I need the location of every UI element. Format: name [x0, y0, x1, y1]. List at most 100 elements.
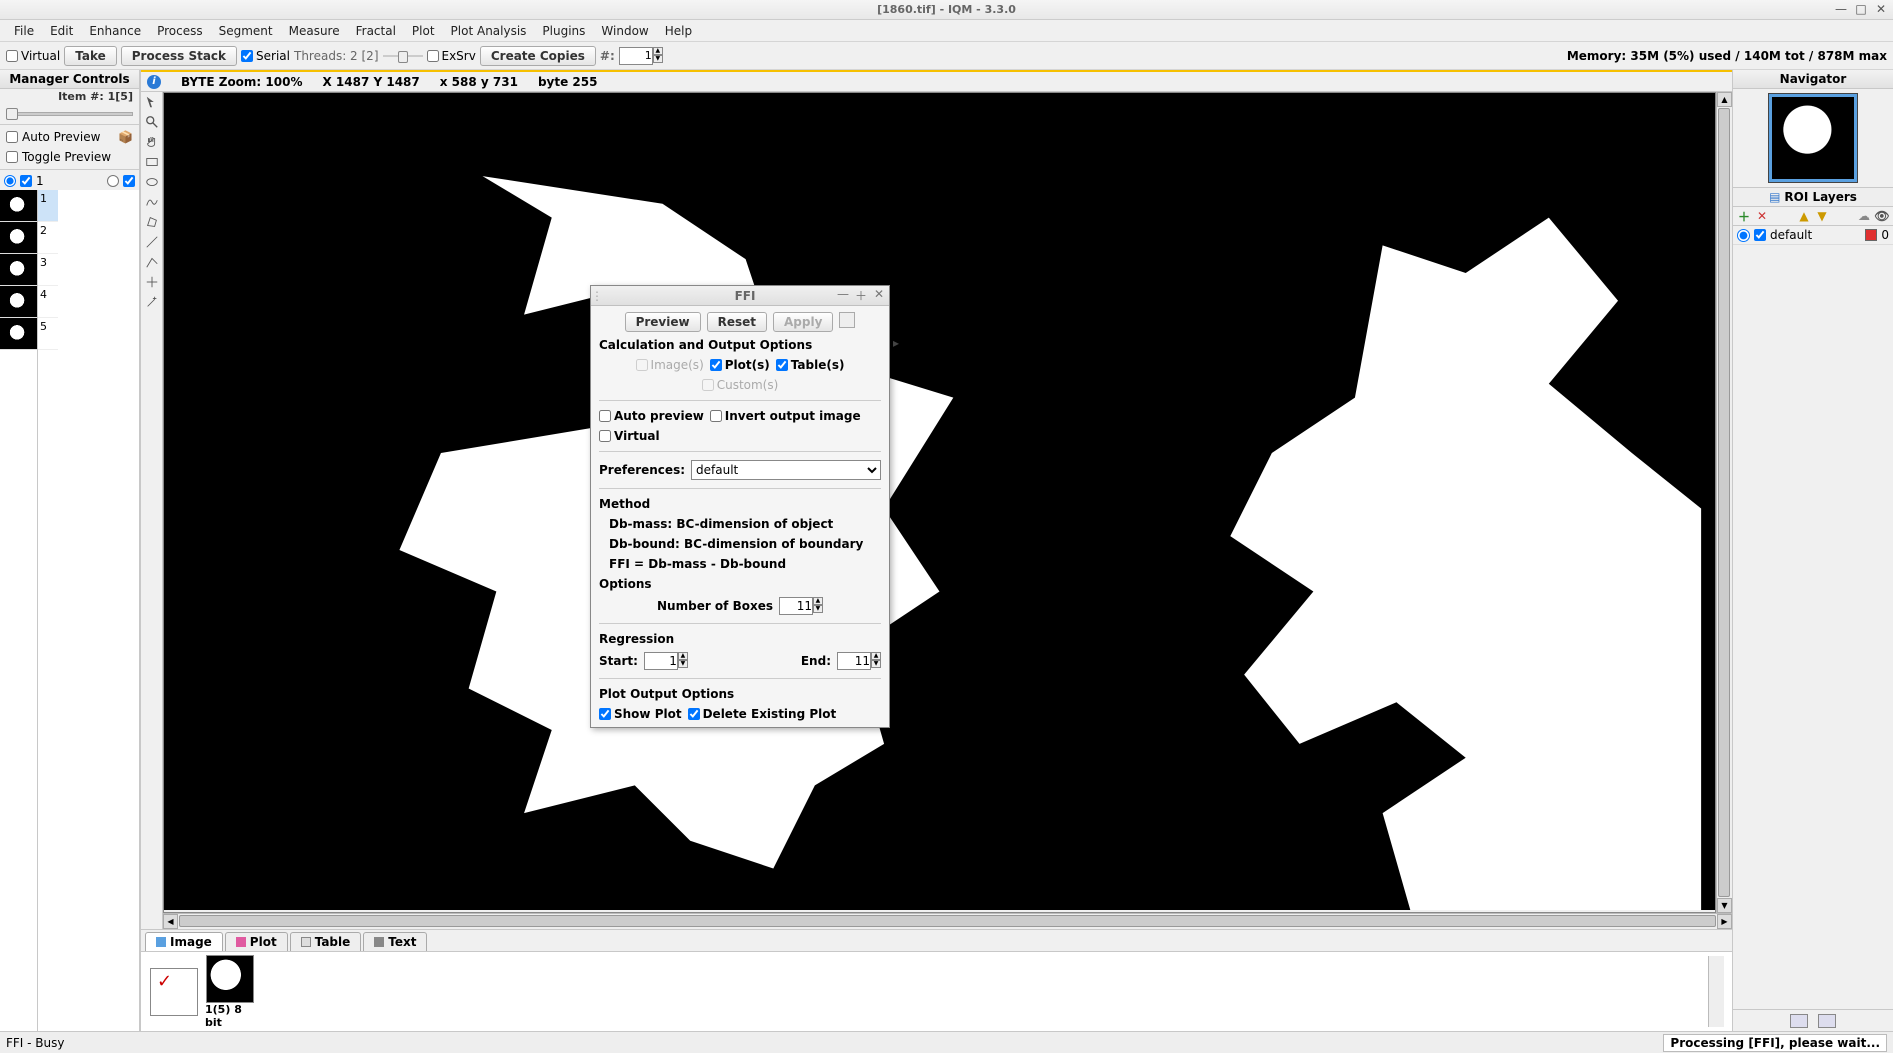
num-boxes-input[interactable] [779, 597, 813, 615]
menu-measure[interactable]: Measure [281, 22, 348, 40]
ffi-title-bar[interactable]: ⋮ FFI — ＋ ✕ [591, 286, 889, 306]
pointer-tool-icon[interactable] [142, 92, 162, 112]
nav-bottom-btn-2[interactable] [1818, 1014, 1836, 1028]
roi-visible-checkbox[interactable] [1754, 229, 1766, 241]
menu-help[interactable]: Help [657, 22, 700, 40]
thumbnail-index-3[interactable]: 3 [38, 254, 58, 286]
thumbnail-5[interactable] [0, 318, 37, 350]
thumbnail-index-1[interactable]: 1 [38, 190, 58, 222]
tab-text[interactable]: Text [363, 932, 427, 951]
end-down-icon[interactable]: ▼ [871, 660, 881, 668]
threads-slider[interactable] [383, 51, 423, 61]
menu-file[interactable]: File [6, 22, 42, 40]
rectangle-tool-icon[interactable] [142, 152, 162, 172]
manager-radio-1[interactable] [4, 175, 16, 187]
tables-checkbox[interactable]: Table(s) [776, 358, 845, 372]
scroll-right-icon[interactable]: ▶ [1717, 914, 1732, 929]
cloud-icon[interactable]: ☁ [1857, 209, 1871, 223]
tab-table[interactable]: Table [290, 932, 362, 951]
nav-bottom-btn-1[interactable] [1790, 1014, 1808, 1028]
create-copies-button[interactable]: Create Copies [480, 46, 596, 66]
ffi-dialog[interactable]: ⋮ FFI — ＋ ✕ ▸ Preview Reset Apply Calcul… [590, 285, 890, 728]
end-input[interactable] [837, 652, 871, 670]
tab-plot[interactable]: Plot [225, 932, 288, 951]
start-spinner[interactable]: ▲▼ [644, 652, 688, 670]
manager-check-1[interactable] [20, 175, 32, 187]
manager-radio-2[interactable] [107, 175, 119, 187]
virtual-dlg-checkbox[interactable]: Virtual [599, 429, 660, 443]
menu-enhance[interactable]: Enhance [81, 22, 149, 40]
ellipse-tool-icon[interactable] [142, 172, 162, 192]
end-up-icon[interactable]: ▲ [871, 652, 881, 660]
invert-output-checkbox[interactable]: Invert output image [710, 409, 861, 423]
num-boxes-down-icon[interactable]: ▼ [813, 605, 823, 613]
menu-window[interactable]: Window [593, 22, 656, 40]
strip-options[interactable] [149, 968, 199, 1016]
num-boxes-spinner[interactable]: ▲▼ [779, 597, 823, 615]
thumbnail-3[interactable] [0, 254, 37, 286]
roi-select-radio[interactable] [1737, 229, 1750, 242]
spinner-down-icon[interactable]: ▼ [653, 55, 663, 63]
minimize-icon[interactable]: — [1831, 1, 1851, 17]
thumbnail-index-4[interactable]: 4 [38, 286, 58, 318]
dialog-minimize-icon[interactable]: — [835, 287, 851, 304]
take-button[interactable]: Take [64, 46, 117, 66]
add-roi-icon[interactable]: ＋ [1737, 209, 1751, 223]
menu-plot[interactable]: Plot [404, 22, 443, 40]
start-input[interactable] [644, 652, 678, 670]
canvas-horizontal-scrollbar[interactable]: ◀ ▶ [163, 913, 1732, 929]
toggle-preview-checkbox[interactable] [6, 151, 18, 163]
serial-checkbox[interactable]: Serial [241, 49, 290, 63]
roi-color-swatch[interactable] [1865, 229, 1877, 241]
polygon-tool-icon[interactable] [142, 212, 162, 232]
menu-plugins[interactable]: Plugins [534, 22, 593, 40]
start-down-icon[interactable]: ▼ [678, 660, 688, 668]
thumbnail-2[interactable] [0, 222, 37, 254]
show-plot-checkbox[interactable]: Show Plot [599, 707, 682, 721]
auto-preview-dlg-checkbox[interactable]: Auto preview [599, 409, 704, 423]
end-spinner[interactable]: ▲▼ [837, 652, 881, 670]
reset-button[interactable]: Reset [707, 312, 767, 332]
thumbnail-index-2[interactable]: 2 [38, 222, 58, 254]
start-up-icon[interactable]: ▲ [678, 652, 688, 660]
menu-plot-analysis[interactable]: Plot Analysis [443, 22, 535, 40]
wand-tool-icon[interactable] [142, 292, 162, 312]
dialog-expand-icon[interactable]: ▸ [893, 336, 899, 350]
copies-count-spinner[interactable]: ▲▼ [619, 47, 663, 65]
thumbnail-4[interactable] [0, 286, 37, 318]
scroll-down-icon[interactable]: ▼ [1717, 898, 1732, 913]
menu-process[interactable]: Process [149, 22, 211, 40]
point-tool-icon[interactable] [142, 272, 162, 292]
scroll-left-icon[interactable]: ◀ [163, 914, 178, 929]
delete-existing-plot-checkbox[interactable]: Delete Existing Plot [688, 707, 837, 721]
apply-button[interactable]: Apply [773, 312, 833, 332]
canvas-vertical-scrollbar[interactable]: ▲ ▼ [1716, 92, 1732, 913]
zoom-tool-icon[interactable] [142, 112, 162, 132]
menu-edit[interactable]: Edit [42, 22, 81, 40]
num-boxes-up-icon[interactable]: ▲ [813, 597, 823, 605]
hand-tool-icon[interactable] [142, 132, 162, 152]
line-tool-icon[interactable] [142, 232, 162, 252]
plots-checkbox[interactable]: Plot(s) [710, 358, 770, 372]
tab-image[interactable]: Image [145, 932, 223, 951]
angle-tool-icon[interactable] [142, 252, 162, 272]
dialog-maximize-icon[interactable]: ＋ [853, 287, 869, 304]
dialog-close-icon[interactable]: ✕ [871, 287, 887, 304]
exsrv-checkbox[interactable]: ExSrv [427, 49, 476, 63]
menu-fractal[interactable]: Fractal [348, 22, 404, 40]
preferences-select[interactable]: default [691, 460, 881, 480]
manager-item-slider[interactable] [6, 106, 133, 120]
thumbnail-index-5[interactable]: 5 [38, 318, 58, 350]
move-up-icon[interactable]: ▲ [1797, 209, 1811, 223]
copies-count-input[interactable] [619, 47, 653, 65]
virtual-checkbox[interactable]: Virtual [6, 49, 60, 63]
auto-preview-checkbox[interactable] [6, 131, 18, 143]
navigator-view[interactable] [1768, 93, 1858, 183]
images-checkbox[interactable]: Image(s) [636, 358, 704, 372]
strip-image-1[interactable]: 1(5) 8 bit [205, 955, 255, 1029]
thumbnail-1[interactable] [0, 190, 37, 222]
move-down-icon[interactable]: ▼ [1815, 209, 1829, 223]
preview-button[interactable]: Preview [625, 312, 701, 332]
visibility-icon[interactable]: 👁 [1875, 209, 1889, 223]
customs-checkbox[interactable]: Custom(s) [702, 378, 779, 392]
